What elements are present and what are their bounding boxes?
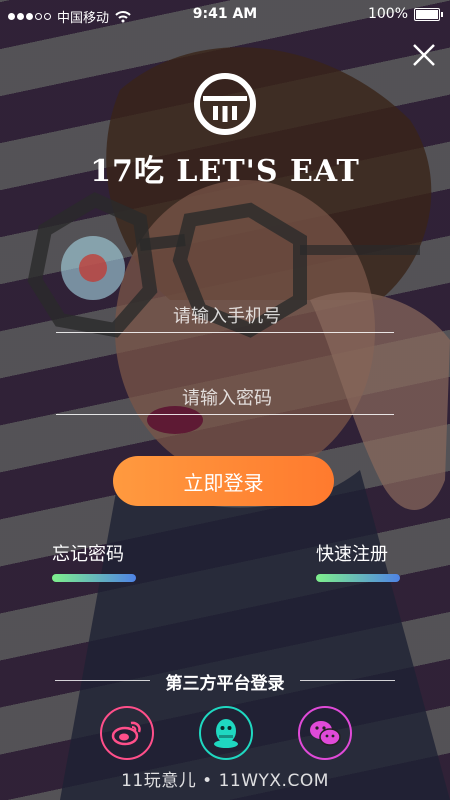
weibo-login-button[interactable] [100, 706, 154, 760]
phone-field-container [56, 298, 398, 334]
quick-register-link[interactable]: 快速注册 [316, 540, 400, 582]
forgot-password-label: 忘记密码 [52, 544, 124, 565]
status-bar: 中国移动 9:41 AM 100% [0, 0, 450, 30]
wechat-icon [310, 721, 341, 746]
qq-login-button[interactable] [199, 706, 253, 760]
battery-percent: 100% [367, 6, 408, 22]
forgot-password-underline [52, 574, 136, 582]
wechat-login-button[interactable] [298, 706, 352, 760]
login-screen: 中国移动 9:41 AM 100% 17吃 LET'S EAT 立即登录 [0, 0, 450, 800]
password-input[interactable] [56, 380, 398, 416]
phone-input[interactable] [56, 298, 398, 334]
quick-register-underline [316, 574, 400, 582]
divider-right [300, 680, 395, 681]
brand-name: 17吃 LET'S EAT [90, 154, 360, 189]
third-party-title: 第三方平台登录 [165, 674, 285, 694]
app-logo-icon [194, 73, 256, 135]
battery-icon [414, 7, 443, 21]
weibo-icon [111, 721, 141, 746]
login-button[interactable]: 立即登录 [113, 456, 334, 506]
status-right: 100% [367, 6, 443, 22]
qq-icon [214, 719, 238, 748]
watermark-text: 11玩意儿 • 11WYX.COM [121, 771, 329, 791]
close-icon[interactable] [410, 41, 438, 69]
forgot-password-link[interactable]: 忘记密码 [52, 540, 136, 582]
quick-register-label: 快速注册 [316, 544, 388, 565]
password-field-container [56, 380, 398, 416]
